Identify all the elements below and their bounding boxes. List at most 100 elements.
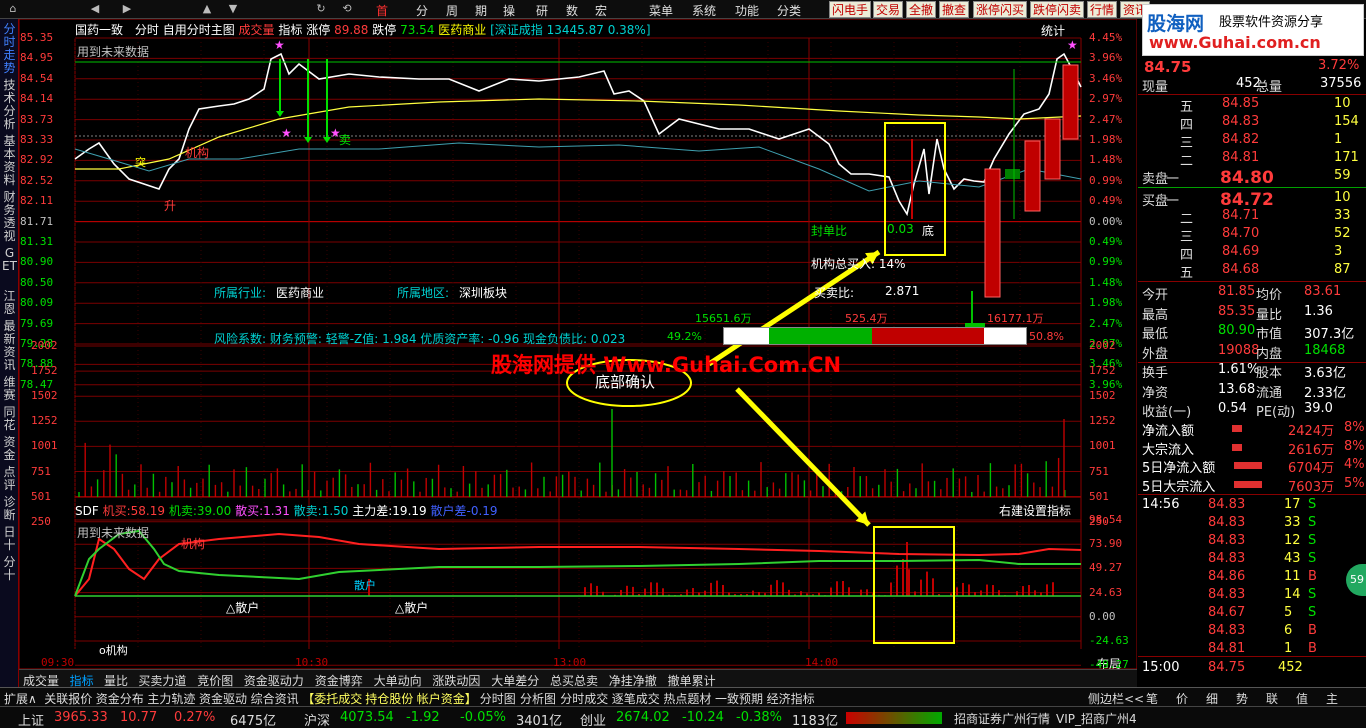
- mode-fenshi[interactable]: 分时: [135, 23, 159, 37]
- sell-volume: 59: [1334, 168, 1351, 183]
- intraday-chart[interactable]: ★ ★ ★ ★ 国药一致 分时 自用分时主图 成交量 指标 涨停 89.88 跌停 7…: [18, 18, 1138, 671]
- stat-value: 39.0: [1304, 401, 1333, 416]
- side-panel-toggle[interactable]: 侧边栏<<: [1088, 690, 1144, 707]
- index-value: 2674.02: [616, 710, 670, 725]
- menu-home[interactable]: 首: [376, 2, 388, 19]
- function-tab-1[interactable]: 关联报价: [44, 690, 92, 707]
- toolbar-button-2[interactable]: 全撤: [906, 1, 937, 18]
- left-tab-4[interactable]: GET: [2, 247, 17, 273]
- function-tab-10[interactable]: 分析图: [520, 690, 556, 707]
- function-tab-7[interactable]: 持仓股份: [365, 690, 413, 707]
- toolbar-button-3[interactable]: 撤查: [939, 1, 970, 18]
- menu-cao[interactable]: 操: [503, 2, 515, 19]
- tick-side: B: [1308, 569, 1317, 584]
- logo-url: www.Guhai.com.cn: [1149, 33, 1321, 52]
- zhibiao-label[interactable]: 指标: [278, 23, 302, 37]
- function-tab-4[interactable]: 资金驱动: [199, 690, 247, 707]
- up-icon[interactable]: ▲: [196, 2, 218, 17]
- divider: [1138, 94, 1366, 95]
- stat-row: 最高 85.35 量比 1.36: [1138, 304, 1366, 323]
- left-tab-8[interactable]: 同花: [2, 406, 17, 432]
- left-tab-5[interactable]: 江恩: [2, 290, 17, 316]
- sdf-label[interactable]: SDF: [75, 504, 99, 518]
- toolbar-button-6[interactable]: 行情: [1087, 1, 1118, 18]
- function-tab-5[interactable]: 综合资讯: [251, 690, 299, 707]
- jigou-total: 机构总买入: 14%: [811, 257, 906, 271]
- buy-sell-ratio-bar: [723, 327, 1027, 345]
- mini-tab-2[interactable]: 细: [1206, 690, 1218, 707]
- menu-hong[interactable]: 宏: [595, 2, 607, 19]
- pct-tick: 0.99%: [1089, 255, 1123, 269]
- left-tab-0[interactable]: 分时走势: [2, 23, 17, 75]
- bar-right-amount: 16177.1万: [987, 312, 1044, 325]
- menu-caidan[interactable]: 菜单: [649, 2, 673, 19]
- sanmai2-value: 1.50: [321, 504, 349, 518]
- down-icon[interactable]: ▼: [222, 2, 244, 17]
- menu-fen[interactable]: 分: [416, 2, 428, 19]
- index-name[interactable]: 创业: [580, 710, 606, 728]
- jimai-label: 机买:: [102, 504, 131, 518]
- left-tab-9[interactable]: 资金: [2, 436, 17, 462]
- left-tab-6[interactable]: 最新资讯: [2, 320, 17, 372]
- mini-tab-3[interactable]: 势: [1236, 690, 1248, 707]
- tick-volume: 17: [1284, 497, 1301, 512]
- left-tab-10[interactable]: 点评: [2, 466, 17, 492]
- menu-xitong[interactable]: 系统: [692, 2, 716, 19]
- left-tab-7[interactable]: 维赛: [2, 376, 17, 402]
- stat-button[interactable]: 统计: [1041, 22, 1065, 39]
- toolbar-button-1[interactable]: 交易: [873, 1, 904, 18]
- menu-yan[interactable]: 研: [536, 2, 548, 19]
- left-tab-3[interactable]: 财务透视: [2, 191, 17, 243]
- price-tick: 83.73: [20, 112, 54, 126]
- back-icon[interactable]: ◀: [84, 2, 106, 17]
- refresh-icon[interactable]: ↻: [310, 2, 332, 17]
- mini-tab-0[interactable]: 笔: [1146, 690, 1158, 707]
- right-set-indicator[interactable]: 右建设置指标: [999, 502, 1071, 519]
- function-tab-6[interactable]: 【委托成交: [302, 690, 362, 707]
- function-tab-3[interactable]: 主力轨迹: [147, 690, 195, 707]
- left-tab-1[interactable]: 技术分析: [2, 79, 17, 131]
- toolbar-button-0[interactable]: 闪电手: [829, 1, 872, 18]
- left-tab-2[interactable]: 基本资料: [2, 135, 17, 187]
- stock-name[interactable]: 国药一致: [75, 23, 123, 37]
- index-tag[interactable]: [深证成指 13445.87 0.38%]: [490, 23, 650, 37]
- menu-gongneng[interactable]: 功能: [735, 2, 759, 19]
- left-tab-13[interactable]: 分十: [2, 556, 17, 582]
- left-tab-12[interactable]: 日十: [2, 526, 17, 552]
- function-tab-9[interactable]: 分时图: [480, 690, 516, 707]
- home-icon[interactable]: ⌂: [2, 2, 24, 17]
- tick-side: S: [1308, 533, 1317, 548]
- menu-fenlei[interactable]: 分类: [777, 2, 801, 19]
- function-tab-8[interactable]: 帐户资金】: [417, 690, 477, 707]
- industry-tag[interactable]: 医药商业: [438, 23, 486, 37]
- menu-zhou[interactable]: 周: [446, 2, 458, 19]
- flow-amount: 7603万: [1288, 479, 1335, 495]
- fengdan-label: 封单比: [811, 224, 848, 238]
- index-name[interactable]: 上证: [18, 710, 44, 728]
- mini-tab-5[interactable]: 值: [1296, 690, 1308, 707]
- watermark-text: 股海网提供 Www.Guhai.Com.CN: [491, 353, 842, 377]
- mini-tab-1[interactable]: 价: [1176, 690, 1188, 707]
- divider: [1138, 281, 1366, 282]
- pct-tick: 4.45%: [1089, 31, 1123, 44]
- function-tab-11[interactable]: 分时成交: [560, 690, 608, 707]
- function-tab-15[interactable]: 经济指标: [767, 690, 815, 707]
- menu-shu[interactable]: 数: [566, 2, 578, 19]
- mini-tab-4[interactable]: 联: [1266, 690, 1278, 707]
- function-tab-2[interactable]: 资金分布: [96, 690, 144, 707]
- function-tab-12[interactable]: 逐笔成交: [612, 690, 660, 707]
- left-tab-11[interactable]: 诊断: [2, 496, 17, 522]
- loop-icon[interactable]: ⟲: [336, 2, 358, 17]
- cjl-label[interactable]: 成交量: [239, 23, 275, 37]
- toolbar-button-4[interactable]: 涨停闪买: [973, 1, 1028, 18]
- index-name[interactable]: 沪深: [304, 710, 330, 728]
- forward-icon[interactable]: ▶: [116, 2, 138, 17]
- mini-tab-6[interactable]: 主: [1326, 690, 1338, 707]
- toolbar-button-5[interactable]: 跌停闪卖: [1030, 1, 1085, 18]
- stat-label: 今开: [1142, 288, 1169, 303]
- function-tab-13[interactable]: 热点题材: [663, 690, 711, 707]
- function-tab-0[interactable]: 扩展∧: [4, 690, 37, 707]
- function-tab-14[interactable]: 一致预期: [715, 690, 763, 707]
- mode-main[interactable]: 自用分时主图: [163, 23, 235, 37]
- menu-qi[interactable]: 期: [475, 2, 487, 19]
